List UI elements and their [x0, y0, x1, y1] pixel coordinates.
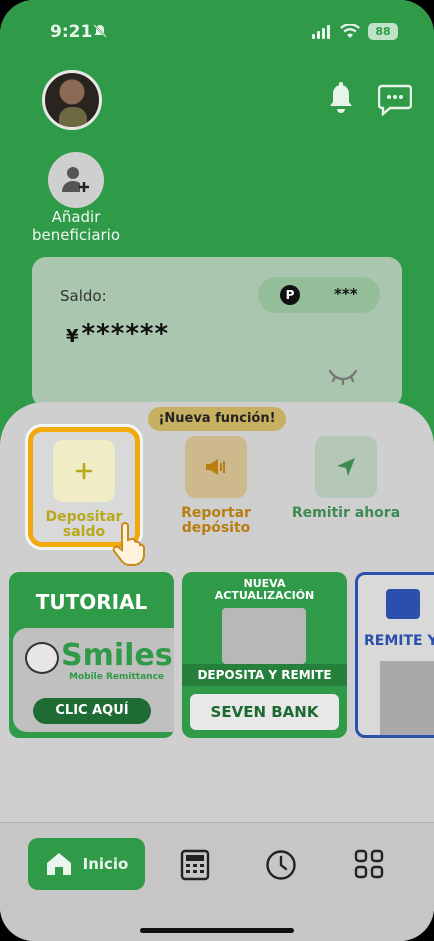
balance-amount: ¥****** [66, 319, 169, 349]
chat-icon[interactable] [377, 84, 413, 120]
eye-closed-icon[interactable] [328, 367, 358, 389]
status-time: 9:21 [50, 22, 93, 42]
lawson-atm-image [380, 661, 434, 735]
update-line2: ACTUALIZACIÓN [214, 589, 315, 602]
points-icon: P [280, 285, 300, 305]
bell-icon[interactable] [326, 82, 356, 120]
update-heading: NUEVA ACTUALIZACIÓN [182, 578, 347, 602]
smiles-subtitle: Mobile Remittance [69, 672, 165, 682]
remit-label: Remitir ahora [291, 505, 401, 521]
lawson-remite-text: REMITE Y [364, 633, 434, 649]
seven-bank-logo: SEVEN BANK [190, 694, 339, 730]
add-beneficiary-label: Añadir beneficiario [31, 208, 121, 244]
plus-icon [75, 462, 93, 480]
deposit-remit-strip: DEPOSITA Y REMITE [182, 664, 347, 686]
add-beneficiary-button[interactable] [48, 152, 104, 208]
points-pill[interactable]: P *** [258, 277, 380, 313]
report-box [185, 436, 247, 498]
click-here-button[interactable]: CLIC AQUÍ [33, 698, 151, 724]
masked-balance: ****** [81, 319, 170, 349]
tutorial-banner[interactable]: TUTORIAL Smiles Mobile Remittance CLIC A… [9, 572, 174, 738]
new-feature-badge: ¡Nueva función! [148, 407, 286, 431]
tab-home-label: Inicio [82, 855, 129, 873]
report-label: Reportar depósito [181, 505, 251, 536]
status-bar: 9:21 88 [0, 20, 434, 46]
home-indicator [140, 928, 294, 933]
cellular-signal-icon [312, 25, 330, 39]
seven-bank-banner[interactable]: NUEVA ACTUALIZACIÓN DEPOSITA Y REMITE SEV… [182, 572, 347, 738]
calculator-icon[interactable] [180, 849, 210, 885]
home-icon [46, 853, 71, 875]
wifi-icon [340, 23, 360, 43]
deposit-box [53, 440, 115, 502]
report-deposit-button[interactable]: Reportar depósito [156, 436, 276, 536]
remit-now-button[interactable]: Remitir ahora [286, 436, 406, 521]
atm-image [222, 608, 306, 664]
lawson-banner[interactable]: REMITE Y [355, 572, 434, 738]
lawson-logo [386, 589, 420, 619]
mute-bell-icon [92, 23, 108, 43]
remit-box [315, 436, 377, 498]
tab-home[interactable]: Inicio [28, 838, 145, 890]
clock-icon[interactable] [265, 849, 297, 885]
smiles-logo: Smiles [61, 638, 173, 673]
balance-label: Saldo: [60, 287, 107, 305]
grid-icon[interactable] [354, 849, 384, 883]
balance-card: Saldo: P *** ¥****** [32, 257, 402, 407]
points-value: *** [334, 285, 358, 303]
tutorial-title: TUTORIAL [35, 590, 148, 614]
battery-indicator: 88 [368, 23, 398, 40]
megaphone-icon [206, 459, 225, 475]
add-user-icon [62, 167, 89, 192]
send-icon [337, 458, 355, 476]
pointer-hand-icon [108, 522, 148, 570]
currency-symbol: ¥ [66, 326, 80, 347]
user-avatar[interactable] [42, 70, 102, 130]
bottom-tab-bar: Inicio [0, 822, 434, 941]
app-screen: 9:21 88 Añadir beneficiario Saldo: P ***… [0, 0, 434, 941]
mascot-icon [25, 642, 59, 674]
